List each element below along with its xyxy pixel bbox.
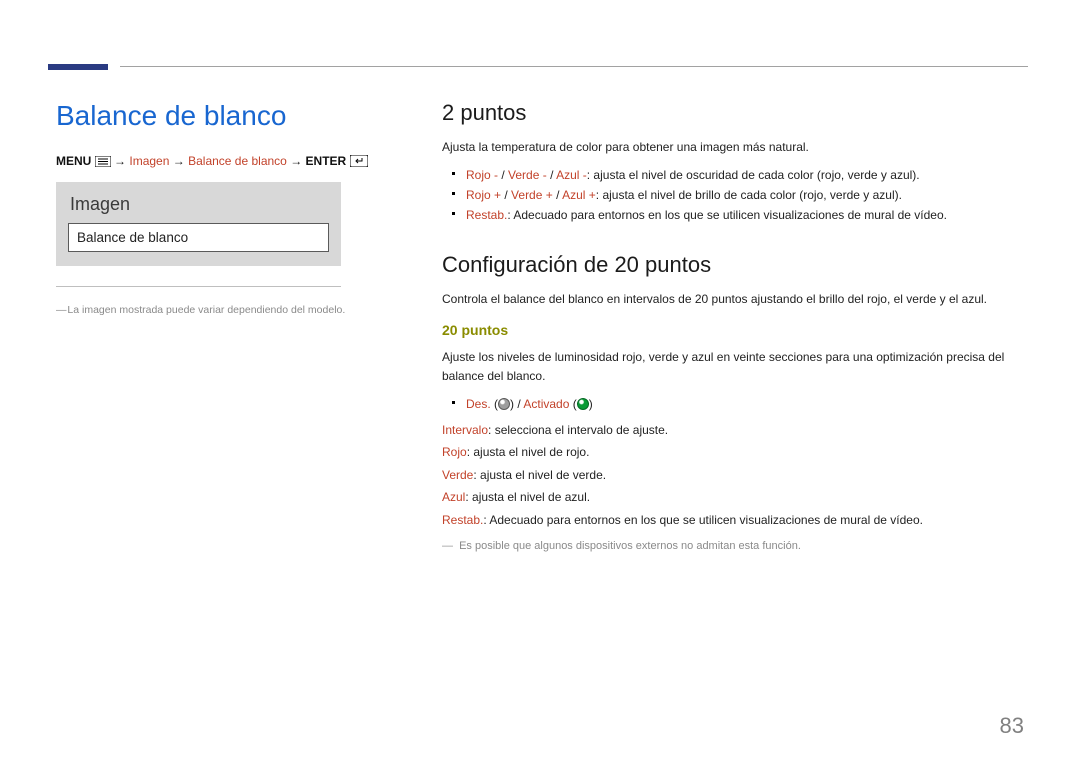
kw-azul-plus: Azul + <box>562 188 596 202</box>
side-divider <box>56 286 341 287</box>
bullet-list-toggle: Des. () / Activado () <box>442 394 1024 414</box>
menu-preview-row: Balance de blanco <box>68 223 329 252</box>
breadcrumb-arrow: → <box>290 154 302 168</box>
kv-key: Azul <box>442 490 465 504</box>
enter-icon <box>350 155 368 167</box>
subsection-heading-20puntos: 20 puntos <box>442 322 1024 338</box>
kw-verde-minus: Verde - <box>508 168 547 182</box>
kv-line: Restab.: Adecuado para entornos en los q… <box>442 510 1024 530</box>
content-columns: Balance de blanco MENU → Imagen → Balanc… <box>56 100 1024 552</box>
bullet-item: Rojo - / Verde - / Azul -: ajusta el niv… <box>466 165 1024 185</box>
kv-line: Intervalo: selecciona el intervalo de aj… <box>442 420 1024 440</box>
toggle-on-label: Activado <box>523 397 569 411</box>
kv-line: Azul: ajusta el nivel de azul. <box>442 487 1024 507</box>
bullet-text: : Adecuado para entornos en los que se u… <box>507 208 947 222</box>
accent-bar <box>48 64 108 70</box>
kw-rojo-plus: Rojo + <box>466 188 501 202</box>
section-heading-config20: Configuración de 20 puntos <box>442 252 1024 278</box>
section-intro-config20: Controla el balance del blanco en interv… <box>442 290 1024 309</box>
toggle-off-icon <box>498 398 510 410</box>
kw-restab: Restab. <box>466 208 507 222</box>
kw-rojo-minus: Rojo - <box>466 168 498 182</box>
page-title: Balance de blanco <box>56 100 386 132</box>
breadcrumb-seg-1: Imagen <box>129 154 169 168</box>
kw-verde-plus: Verde + <box>511 188 553 202</box>
bullet-text: : ajusta el nivel de oscuridad de cada c… <box>587 168 920 182</box>
bullet-text: : ajusta el nivel de brillo de cada colo… <box>596 188 902 202</box>
kv-val: ajusta el nivel de verde. <box>480 468 606 482</box>
kv-key: Restab. <box>442 513 483 527</box>
kv-val: ajusta el nivel de azul. <box>472 490 590 504</box>
breadcrumb-arrow: → <box>173 154 185 168</box>
section-intro-2puntos: Ajusta la temperatura de color para obte… <box>442 138 1024 157</box>
kv-key: Rojo <box>442 445 467 459</box>
breadcrumb: MENU → Imagen → Balance de blanco → ENTE… <box>56 154 386 168</box>
toggle-on-icon <box>577 398 589 410</box>
kv-val: ajusta el nivel de rojo. <box>473 445 589 459</box>
bullet-item-toggle: Des. () / Activado () <box>466 394 1024 414</box>
kv-val: Adecuado para entornos en los que se uti… <box>489 513 923 527</box>
document-page: Balance de blanco MENU → Imagen → Balanc… <box>0 0 1080 763</box>
page-number: 83 <box>1000 713 1024 739</box>
bullet-list-2puntos: Rojo - / Verde - / Azul -: ajusta el niv… <box>442 165 1024 226</box>
breadcrumb-seg-2: Balance de blanco <box>188 154 287 168</box>
breadcrumb-arrow: → <box>114 154 126 168</box>
caption-note: La imagen mostrada puede variar dependie… <box>56 303 356 319</box>
menu-icon <box>95 156 111 167</box>
subsection-desc-20puntos: Ajuste los niveles de luminosidad rojo, … <box>442 348 1024 385</box>
breadcrumb-menu-label: MENU <box>56 154 91 168</box>
right-column: 2 puntos Ajusta la temperatura de color … <box>442 100 1024 552</box>
kv-line: Rojo: ajusta el nivel de rojo. <box>442 442 1024 462</box>
menu-preview-title: Imagen <box>70 194 327 215</box>
bullet-item: Rojo + / Verde + / Azul +: ajusta el niv… <box>466 185 1024 205</box>
kv-line: Verde: ajusta el nivel de verde. <box>442 465 1024 485</box>
toggle-off-label: Des. <box>466 397 491 411</box>
breadcrumb-enter-label: ENTER <box>306 154 347 168</box>
kw-azul-minus: Azul - <box>556 168 587 182</box>
footnote-text: Es posible que algunos dispositivos exte… <box>459 540 801 552</box>
left-column: Balance de blanco MENU → Imagen → Balanc… <box>56 100 386 552</box>
section-heading-2puntos: 2 puntos <box>442 100 1024 126</box>
kv-key: Intervalo <box>442 423 488 437</box>
kv-val: selecciona el intervalo de ajuste. <box>495 423 668 437</box>
top-divider <box>120 66 1028 67</box>
kv-key: Verde <box>442 468 473 482</box>
menu-preview-panel: Imagen Balance de blanco <box>56 182 341 266</box>
bullet-item: Restab.: Adecuado para entornos en los q… <box>466 205 1024 225</box>
footnote: Es posible que algunos dispositivos exte… <box>442 540 1024 552</box>
